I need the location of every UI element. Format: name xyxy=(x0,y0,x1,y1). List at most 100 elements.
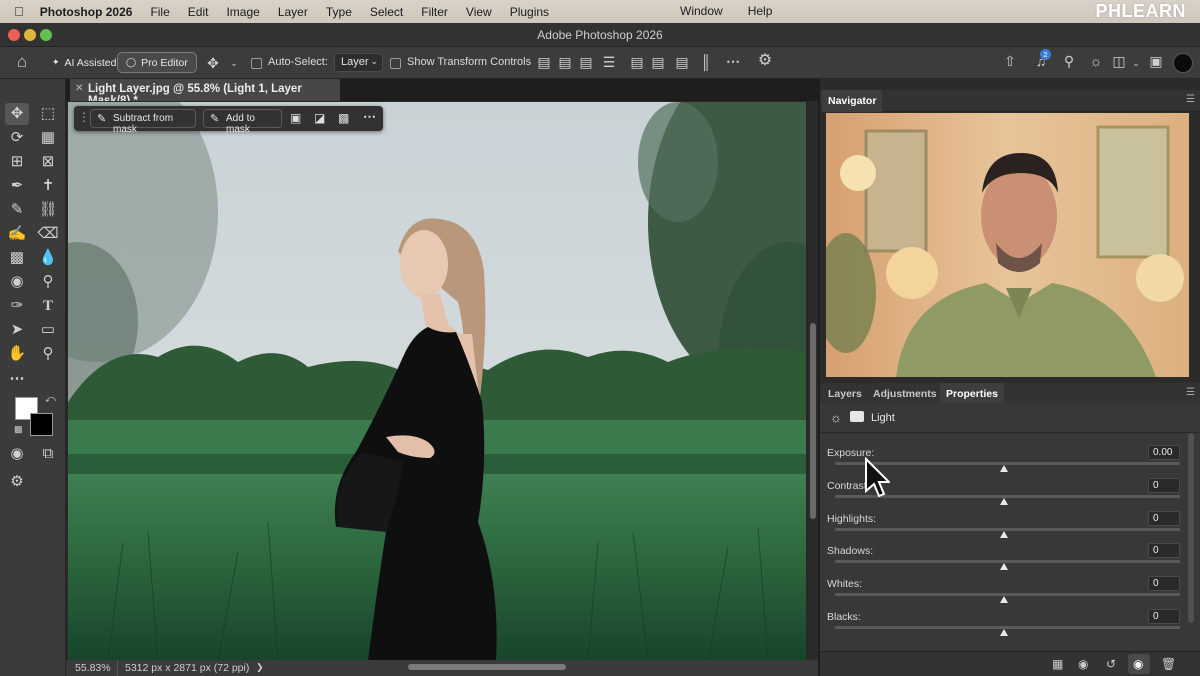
exposure-slider-thumb[interactable] xyxy=(1000,465,1008,472)
home-icon[interactable]: ⌂ xyxy=(12,53,32,70)
clip-to-layer-icon[interactable]: ▦ xyxy=(1052,657,1063,671)
blur-tool-icon[interactable]: 💧 xyxy=(36,247,60,269)
align-left-icon[interactable]: ▤ xyxy=(537,54,551,70)
tab-adjustments[interactable]: Adjustments xyxy=(867,383,943,405)
panel-menu-icon[interactable]: ☰ xyxy=(1186,387,1195,398)
move-tool-icon[interactable]: ✥ xyxy=(5,103,29,125)
frame-tool-icon[interactable]: ⊠ xyxy=(36,151,60,173)
close-tab-icon[interactable]: ✕ xyxy=(75,83,83,94)
subtract-from-mask-button[interactable]: ✎ Subtract from mask xyxy=(90,109,196,135)
scroll-thumb[interactable] xyxy=(810,323,816,519)
highlights-slider-thumb[interactable] xyxy=(1000,531,1008,538)
default-colors-icon[interactable]: ▩ xyxy=(14,424,23,435)
dodge-tool-icon[interactable]: ◉ xyxy=(5,271,29,293)
history-brush-icon[interactable]: ✍ xyxy=(5,223,29,245)
whites-value[interactable]: 0 xyxy=(1148,576,1180,591)
chevron-down-icon[interactable]: ⌄ xyxy=(228,55,240,71)
distribute-v-icon[interactable]: ║ xyxy=(699,54,713,70)
document-tab[interactable]: ✕ Light Layer.jpg @ 55.8% (Light 1, Laye… xyxy=(70,79,340,107)
swap-colors-icon[interactable]: ⤺ xyxy=(45,394,56,405)
healing-brush-icon[interactable]: ✝ xyxy=(36,175,60,197)
path-select-icon[interactable]: ➤ xyxy=(5,319,29,341)
layer-mask-icon[interactable] xyxy=(850,411,864,422)
more-options-icon[interactable]: ⋯ xyxy=(724,53,742,69)
menu-view[interactable]: View xyxy=(466,5,492,19)
menu-layer[interactable]: Layer xyxy=(278,5,308,19)
search-icon[interactable]: ⚲ xyxy=(1060,53,1078,69)
shadows-slider-thumb[interactable] xyxy=(1000,563,1008,570)
menu-type[interactable]: Type xyxy=(326,5,352,19)
align-top-icon[interactable]: ▤ xyxy=(630,54,644,70)
add-to-mask-button[interactable]: ✎ Add to mask xyxy=(203,109,282,135)
menu-file[interactable]: File xyxy=(150,5,169,19)
clone-stamp-icon[interactable]: ⛓ xyxy=(36,199,60,221)
lightbulb-icon[interactable]: ☼ xyxy=(1087,53,1105,69)
workspace-icon[interactable]: ◫ xyxy=(1110,53,1128,69)
exposure-value[interactable]: 0.00 xyxy=(1148,445,1180,460)
magnify-dodge-icon[interactable]: ⚲ xyxy=(36,271,60,293)
eyedropper-tool-icon[interactable]: ✒ xyxy=(5,175,29,197)
menu-filter[interactable]: Filter xyxy=(421,5,448,19)
align-middle-icon[interactable]: ▤ xyxy=(651,54,665,70)
distribute-icon[interactable]: ☰ xyxy=(602,54,616,70)
more-options-icon[interactable]: ⋯ xyxy=(363,109,376,125)
tab-navigator[interactable]: Navigator xyxy=(822,90,883,112)
menu-window[interactable]: Window xyxy=(680,4,723,18)
menu-plugins[interactable]: Plugins xyxy=(510,5,549,19)
gear-icon[interactable]: ⚙ xyxy=(756,53,774,69)
tab-properties[interactable]: Properties xyxy=(940,383,1004,405)
reset-icon[interactable]: ↺ xyxy=(1106,657,1116,671)
object-select-tool-icon[interactable]: ▦ xyxy=(36,127,60,149)
contrast-value[interactable]: 0 xyxy=(1148,478,1180,493)
show-transform-checkbox[interactable] xyxy=(390,58,401,69)
menu-edit[interactable]: Edit xyxy=(188,5,209,19)
panel-menu-icon[interactable]: ☰ xyxy=(1186,94,1195,105)
whites-slider-thumb[interactable] xyxy=(1000,596,1008,603)
menu-help[interactable]: Help xyxy=(748,4,773,18)
brush-tool-icon[interactable]: ✎ xyxy=(5,199,29,221)
vertical-scrollbar[interactable] xyxy=(808,101,818,660)
quick-mask-icon[interactable]: ◉ xyxy=(5,443,29,465)
move-tool-icon[interactable]: ✥ xyxy=(204,55,222,71)
auto-select-checkbox[interactable] xyxy=(251,58,262,69)
pro-editor-button[interactable]: ◯ Pro Editor xyxy=(117,52,197,73)
properties-scrollbar[interactable] xyxy=(1188,433,1194,623)
horizontal-scroll-thumb[interactable] xyxy=(408,664,566,670)
cloud-doc-icon[interactable]: ▣ xyxy=(1147,53,1165,69)
align-center-h-icon[interactable]: ▤ xyxy=(558,54,572,70)
zoom-level[interactable]: 55.83% xyxy=(75,662,111,674)
hand-tool-icon[interactable]: ✋ xyxy=(5,343,29,365)
eraser-tool-icon[interactable]: ⌫ xyxy=(36,223,60,245)
share-icon[interactable]: ⇧ xyxy=(1001,53,1019,69)
menu-app-name[interactable]: Photoshop 2026 xyxy=(40,5,133,19)
pen-tool-icon[interactable]: ✑ xyxy=(5,295,29,317)
tab-layers[interactable]: Layers xyxy=(822,383,868,405)
gradient-tool-icon[interactable]: ▩ xyxy=(5,247,29,269)
eye-icon[interactable]: ◉ xyxy=(1133,657,1143,671)
avatar[interactable] xyxy=(1173,53,1193,73)
blacks-slider-thumb[interactable] xyxy=(1000,629,1008,636)
more-tools-icon[interactable]: ⋯ xyxy=(5,368,29,390)
ai-assisted-button[interactable]: ✦ AI Assisted xyxy=(44,52,125,73)
lasso-tool-icon[interactable]: ⟳ xyxy=(5,127,29,149)
menu-select[interactable]: Select xyxy=(370,5,403,19)
screen-mode-icon[interactable]: ⧉ xyxy=(36,443,60,465)
auto-select-dropdown[interactable]: Layer ⌄ xyxy=(334,53,383,72)
navigator-preview[interactable] xyxy=(826,113,1189,377)
trash-icon[interactable]: 🗑 xyxy=(1161,657,1176,671)
drag-handle-icon[interactable]: ⋮ xyxy=(78,110,90,124)
mask-options-icon[interactable]: ▣ xyxy=(290,111,301,125)
mask-settings-icon[interactable]: ▩ xyxy=(338,111,349,125)
edit-toolbar-icon[interactable]: ⚙ xyxy=(5,471,29,493)
chevron-down-icon[interactable]: ⌄ xyxy=(1130,55,1142,71)
align-bottom-icon[interactable]: ▤ xyxy=(675,54,689,70)
menu-image[interactable]: Image xyxy=(226,5,259,19)
zoom-tool-icon[interactable]: ⚲ xyxy=(36,343,60,365)
background-color-swatch[interactable] xyxy=(30,413,53,436)
apple-menu-icon[interactable]:  xyxy=(14,4,24,19)
marquee-tool-icon[interactable]: ⬚ xyxy=(36,103,60,125)
canvas[interactable] xyxy=(68,102,806,661)
crop-tool-icon[interactable]: ⊞ xyxy=(5,151,29,173)
rectangle-tool-icon[interactable]: ▭ xyxy=(36,319,60,341)
chevron-right-icon[interactable]: ❯ xyxy=(256,662,264,673)
